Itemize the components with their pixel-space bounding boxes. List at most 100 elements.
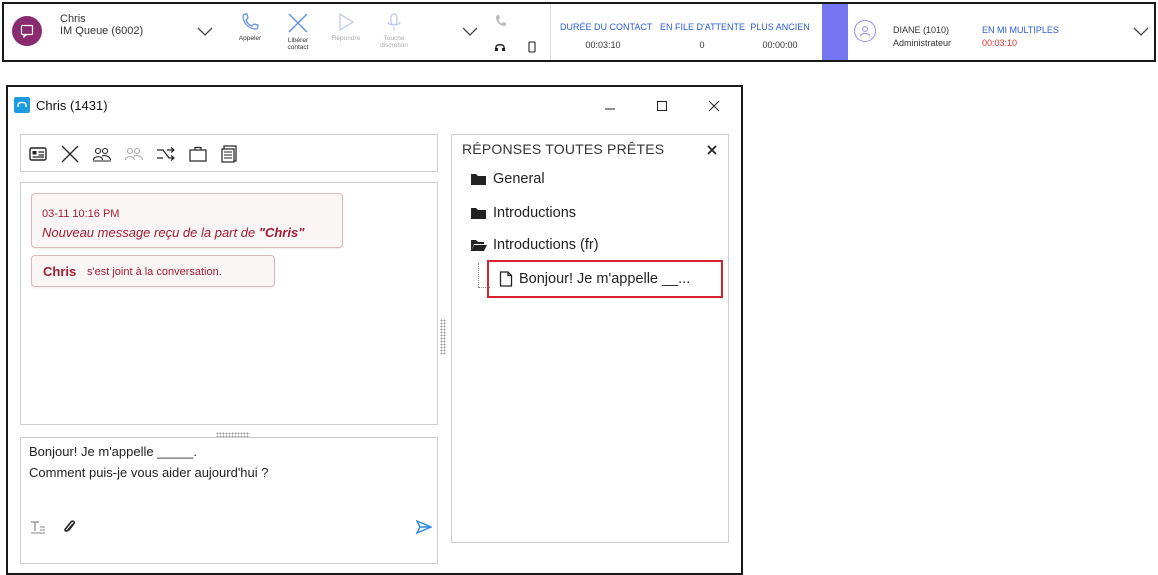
message-timestamp: 03-11 10:16 PM: [42, 208, 120, 220]
phone-icon: [242, 13, 259, 30]
users-disabled-icon: [124, 147, 144, 161]
contact-name: Chris: [60, 13, 86, 25]
join-message: Chris s'est joint à la conversation.: [31, 255, 275, 287]
compose-text-line-1: Bonjour! Je m'appelle _____.: [29, 444, 197, 459]
folder-general[interactable]: General: [470, 168, 545, 190]
queue-count-value: 0: [699, 40, 705, 50]
send-button[interactable]: [415, 518, 433, 536]
folder-label: General: [493, 171, 545, 187]
contact-chevron-down-icon[interactable]: [196, 24, 214, 38]
answer-button[interactable]: Répondre: [322, 10, 370, 58]
release-chat-button[interactable]: [59, 143, 81, 165]
folder-icon: [471, 208, 486, 219]
close-icon: [707, 145, 717, 155]
compose-text-line-2: Comment puis-je vous aider aujourd'hui ?: [29, 465, 269, 480]
text-format-button[interactable]: [29, 518, 47, 536]
agent-chevron-down-icon[interactable]: [1132, 24, 1150, 38]
play-icon: [339, 12, 355, 32]
shuffle-icon: [157, 147, 175, 161]
toolbar-divider: [550, 4, 551, 60]
contact-card-icon: [29, 147, 47, 161]
message-sender: "Chris": [258, 225, 305, 240]
canned-response-label: Bonjour! Je m'appelle __...: [519, 271, 691, 287]
close-icon: [708, 100, 720, 112]
window-title: Chris (1431): [36, 98, 108, 113]
queue-count-stat: EN FILE D'ATTENTE 0: [660, 4, 746, 60]
text-format-icon: [31, 521, 45, 534]
canned-responses-button[interactable]: [219, 143, 241, 165]
close-icon: [288, 13, 308, 33]
call-button[interactable]: Appeler: [226, 10, 274, 58]
agent-avatar[interactable]: [854, 20, 876, 42]
chat-action-bar: [20, 134, 438, 172]
contact-duration-value: 00:03:10: [585, 40, 621, 50]
canned-response-item-selected[interactable]: Bonjour! Je m'appelle __...: [487, 260, 723, 298]
maximize-icon: [657, 101, 667, 111]
briefcase-icon: [189, 146, 207, 162]
participant-name: Chris: [43, 264, 77, 279]
folder-introductions[interactable]: Introductions: [470, 202, 576, 224]
agent-status-bar: [822, 4, 848, 60]
agent-name: DIANE (1010): [893, 25, 950, 35]
headset-app-icon: [14, 97, 30, 113]
minimize-icon: [605, 108, 615, 110]
headset-icon[interactable]: [494, 41, 506, 53]
contact-card-button[interactable]: [27, 143, 49, 165]
release-contact-button[interactable]: Libérer contact: [274, 10, 322, 58]
close-panel-button[interactable]: [703, 141, 721, 159]
oldest-label: PLUS ANCIEN: [750, 22, 810, 32]
microphone-icon: [387, 13, 401, 30]
window-titlebar[interactable]: Chris (1431): [8, 87, 741, 125]
chat-window: Chris (1431) 03-11 10:16 PM Nouveau mess…: [6, 85, 743, 575]
queue-count-label: EN FILE D'ATTENTE: [660, 22, 746, 32]
maximize-button[interactable]: [648, 95, 676, 117]
chat-contact-avatar: [12, 16, 42, 46]
message-text: Nouveau message reçu de la part de "Chri…: [42, 225, 305, 240]
canned-responses-panel: RÉPONSES TOUTES PRÊTES General Introduct…: [451, 134, 729, 543]
contact-duration-stat: DURÉE DU CONTACT 00:03:10: [560, 4, 653, 60]
contact-duration-label: DURÉE DU CONTACT: [560, 22, 653, 32]
folder-introductions-fr[interactable]: Introductions (fr): [470, 234, 599, 256]
user-icon: [860, 26, 870, 37]
oldest-stat: PLUS ANCIEN 00:00:00: [748, 4, 812, 60]
attach-button[interactable]: [61, 518, 79, 536]
consult-button[interactable]: [123, 143, 145, 165]
agent-status: EN MI MULTIPLES: [982, 25, 1059, 35]
folder-label: Introductions: [493, 205, 577, 221]
message-compose-box[interactable]: Bonjour! Je m'appelle _____. Comment pui…: [20, 437, 438, 564]
users-icon: [92, 147, 112, 162]
folder-open-icon: [471, 240, 487, 251]
pickup-button[interactable]: [187, 143, 209, 165]
chat-bubble-icon: [20, 24, 34, 38]
actions-chevron-down-icon[interactable]: [461, 24, 479, 38]
release-label: Libérer contact: [287, 37, 309, 51]
chat-transcript[interactable]: 03-11 10:16 PM Nouveau message reçu de l…: [20, 182, 438, 437]
close-icon: [61, 145, 79, 163]
join-text: s'est joint à la conversation.: [87, 266, 222, 278]
contact-toolbar: Chris IM Queue (6002) Appeler Libérer con…: [2, 2, 1156, 62]
answer-label: Répondre: [331, 35, 361, 42]
system-message: 03-11 10:16 PM Nouveau message reçu de l…: [31, 193, 343, 248]
agent-role: Administrateur: [893, 38, 952, 48]
active-contact[interactable]: Chris IM Queue (6002): [4, 4, 224, 60]
vertical-resize-handle[interactable]: [440, 319, 446, 355]
conference-button[interactable]: [91, 143, 113, 165]
agent-status-timer: 00:03:10: [982, 38, 1018, 48]
oldest-value: 00:00:00: [762, 40, 798, 50]
send-icon: [416, 520, 432, 534]
folder-label: Introductions (fr): [493, 237, 599, 253]
canned-responses-title: RÉPONSES TOUTES PRÊTES: [462, 141, 665, 157]
tree-connector: [478, 263, 479, 287]
mobile-phone-icon[interactable]: [528, 41, 536, 53]
close-window-button[interactable]: [700, 95, 728, 117]
minimize-button[interactable]: [596, 95, 624, 117]
call-label: Appeler: [238, 35, 262, 42]
document-icon: [499, 271, 513, 287]
paperclip-icon: [64, 520, 76, 532]
discretion-key-button[interactable]: Touche discrétion: [370, 10, 418, 58]
transfer-button[interactable]: [155, 143, 177, 165]
phone-small-icon: [496, 15, 506, 26]
document-stack-icon: [221, 145, 237, 163]
discretion-label: Touche discrétion: [380, 35, 408, 49]
folder-icon: [471, 174, 486, 185]
